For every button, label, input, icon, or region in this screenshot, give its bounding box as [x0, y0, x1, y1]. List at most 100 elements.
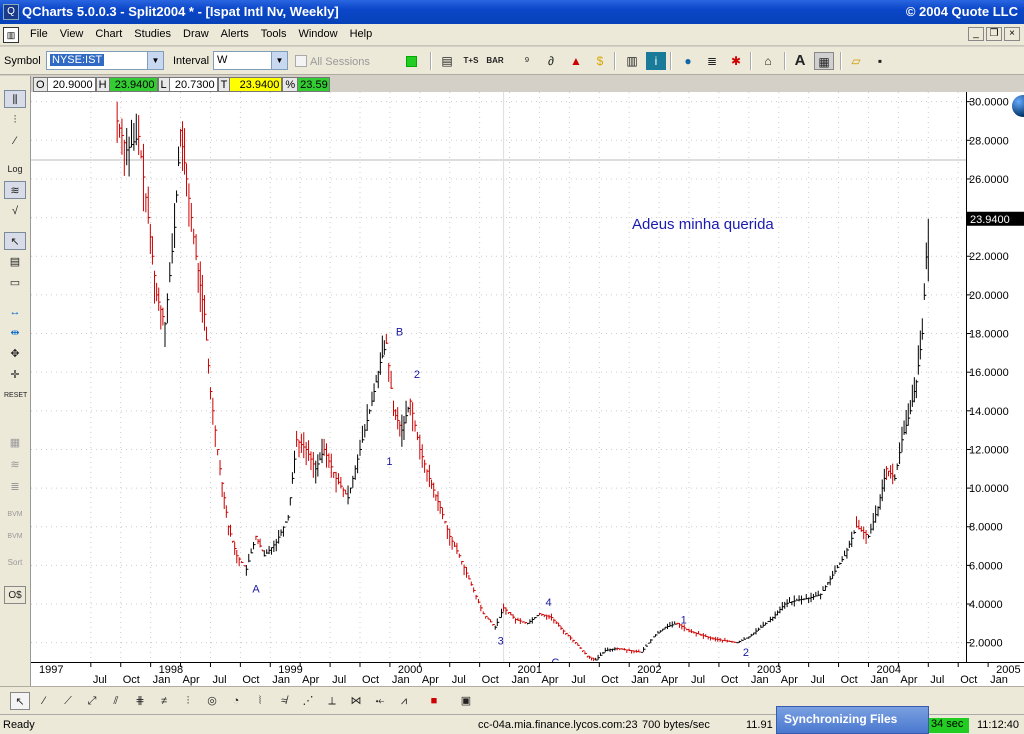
status-light-icon[interactable]: [406, 56, 417, 67]
minimize-icon[interactable]: _: [968, 27, 984, 41]
time-sales-button[interactable]: T+S: [461, 52, 481, 70]
price-tick-label: 12.0000: [969, 444, 1009, 456]
menu-alerts[interactable]: Alerts: [215, 28, 255, 40]
fan-icon[interactable]: ≉: [274, 692, 294, 710]
bank-icon[interactable]: ⌂: [758, 52, 778, 70]
columns-icon[interactable]: ▥: [622, 52, 642, 70]
cycle-icon[interactable]: ⋈: [346, 692, 366, 710]
chevron-down-icon[interactable]: ▼: [147, 52, 163, 69]
regression-icon[interactable]: ≠: [154, 692, 174, 710]
mountain-icon[interactable]: ▲: [566, 52, 586, 70]
line-chart-icon[interactable]: ⁄: [4, 132, 26, 150]
auto-scale-icon[interactable]: ≋: [4, 181, 26, 199]
log-scale-icon[interactable]: Log: [4, 160, 26, 178]
open-folder-icon[interactable]: ▱: [846, 52, 866, 70]
server-text: cc-04a.mia.finance.lycos.com:23: [478, 719, 638, 731]
fibonacci-icon[interactable]: ⫶: [178, 692, 198, 710]
year-label: 2000: [398, 664, 422, 676]
reset-icon[interactable]: RESET: [4, 387, 27, 405]
annotation-text: Adeus minha querida: [632, 216, 774, 233]
close-icon[interactable]: ×: [1004, 27, 1020, 41]
properties-icon[interactable]: ▣: [456, 692, 476, 710]
title-bar: Q QCharts 5.0.0.3 - Split2004 * - [Ispat…: [0, 0, 1024, 24]
arc-icon[interactable]: ◔: [226, 692, 246, 710]
toolbar-separator: [430, 52, 432, 70]
split-icon[interactable]: ⇹: [4, 324, 26, 342]
bar-chart-icon[interactable]: ⫼: [4, 90, 26, 108]
move-icon[interactable]: ✥: [4, 345, 26, 363]
sync-popup[interactable]: Synchronizing Files: [776, 706, 929, 734]
app-icon[interactable]: Q: [3, 4, 19, 20]
scale-icon[interactable]: √: [4, 202, 26, 220]
menu-file[interactable]: File: [24, 28, 54, 40]
menu-view[interactable]: View: [54, 28, 90, 40]
delete-drawing-icon[interactable]: ■: [424, 692, 444, 710]
all-sessions-checkbox[interactable]: All Sessions: [295, 55, 370, 68]
price-tick-label: 2.0000: [969, 638, 1003, 650]
gann-icon[interactable]: ⦚: [250, 692, 270, 710]
month-label: Oct: [362, 674, 379, 686]
pointer-icon[interactable]: ↖: [4, 232, 26, 250]
news-icon[interactable]: ≣: [702, 52, 722, 70]
menu-draw[interactable]: Draw: [177, 28, 215, 40]
bar-button[interactable]: BAR: [485, 52, 505, 70]
time-zones-icon[interactable]: ⤝: [370, 692, 390, 710]
copyright-text: © 2004 Quote LLC: [905, 4, 1018, 19]
interval-select[interactable]: W ▼: [213, 51, 288, 70]
quote-sheet-icon[interactable]: ▤: [437, 52, 457, 70]
table-icon[interactable]: ▤: [4, 253, 26, 271]
year-label: 1998: [159, 664, 183, 676]
menu-chart[interactable]: Chart: [89, 28, 128, 40]
globe-icon[interactable]: ●: [678, 52, 698, 70]
wave-label: 3: [498, 636, 504, 648]
menu-tools[interactable]: Tools: [255, 28, 293, 40]
wave-label: B: [396, 326, 403, 338]
main-toolbar: Symbol NYSE:IST ▼ Interval W ▼ All Sessi…: [0, 47, 1024, 75]
open-key: O: [33, 77, 48, 92]
font-icon[interactable]: A: [790, 52, 810, 70]
grid-icon[interactable]: ▦: [814, 52, 834, 70]
dollar-icon[interactable]: $: [590, 52, 610, 70]
price-tick-label: 26.0000: [969, 174, 1009, 186]
zoom-icon[interactable]: ✛: [4, 366, 26, 384]
select-arrow-icon[interactable]: ↖: [10, 692, 30, 710]
date-axis[interactable]: Jul Oct Jan Apr Jul Oct Jan Apr Jul Oct Jan Apr Jul O…: [31, 662, 1024, 686]
price-chart[interactable]: AB2134C12Adeus minha querida: [31, 92, 966, 669]
price-axis[interactable]: 30.000028.000026.000024.000022.000020.00…: [966, 92, 1024, 662]
month-label: Oct: [242, 674, 259, 686]
menu-list: File View Chart Studies Draw Alerts Tool…: [24, 28, 378, 40]
andrews-pitchfork-icon[interactable]: ⩘: [394, 692, 414, 710]
menu-help[interactable]: Help: [344, 28, 379, 40]
spiral-icon[interactable]: ∂: [541, 52, 561, 70]
symbol-input[interactable]: NYSE:IST ▼: [46, 51, 164, 70]
ray-tool-icon[interactable]: ⟋: [58, 692, 78, 710]
symbol-label: Symbol: [4, 55, 41, 67]
options-icon[interactable]: O$: [4, 586, 26, 604]
symbol-value: NYSE:IST: [50, 54, 105, 66]
panel-icon[interactable]: ▭: [4, 274, 26, 292]
extended-line-icon[interactable]: ⤢: [82, 692, 102, 710]
menu-window[interactable]: Window: [292, 28, 343, 40]
month-label: Oct: [601, 674, 618, 686]
chevron-down-icon[interactable]: ▼: [271, 52, 287, 69]
info-icon[interactable]: i: [646, 52, 666, 70]
chart-area[interactable]: AB2134C12Adeus minha querida: [31, 92, 966, 669]
retracement-icon[interactable]: ⟂: [322, 692, 342, 710]
menu-studies[interactable]: Studies: [128, 28, 177, 40]
restore-icon[interactable]: ❐: [986, 27, 1002, 41]
line-tool-icon[interactable]: ⁄: [34, 692, 54, 710]
parallel-lines-icon[interactable]: ⫽: [106, 692, 126, 710]
disabled-sort-icon: Sort: [7, 558, 23, 567]
alert-bug-icon[interactable]: ✱: [726, 52, 746, 70]
document-icon[interactable]: ▥: [3, 27, 19, 43]
speed-lines-icon[interactable]: ⋰: [298, 692, 318, 710]
disabled-list-icon: ≣: [10, 481, 20, 493]
candle-chart-icon[interactable]: ⫶: [4, 111, 26, 129]
high-key: H: [95, 77, 110, 92]
option-chain-icon[interactable]: ⁹: [517, 52, 537, 70]
save-icon[interactable]: ▪: [870, 52, 890, 70]
circle-icon[interactable]: ◎: [202, 692, 222, 710]
expand-horizontal-icon[interactable]: ↔: [4, 303, 26, 321]
price-tick-label: 16.0000: [969, 367, 1009, 379]
channel-icon[interactable]: ⋕: [130, 692, 150, 710]
